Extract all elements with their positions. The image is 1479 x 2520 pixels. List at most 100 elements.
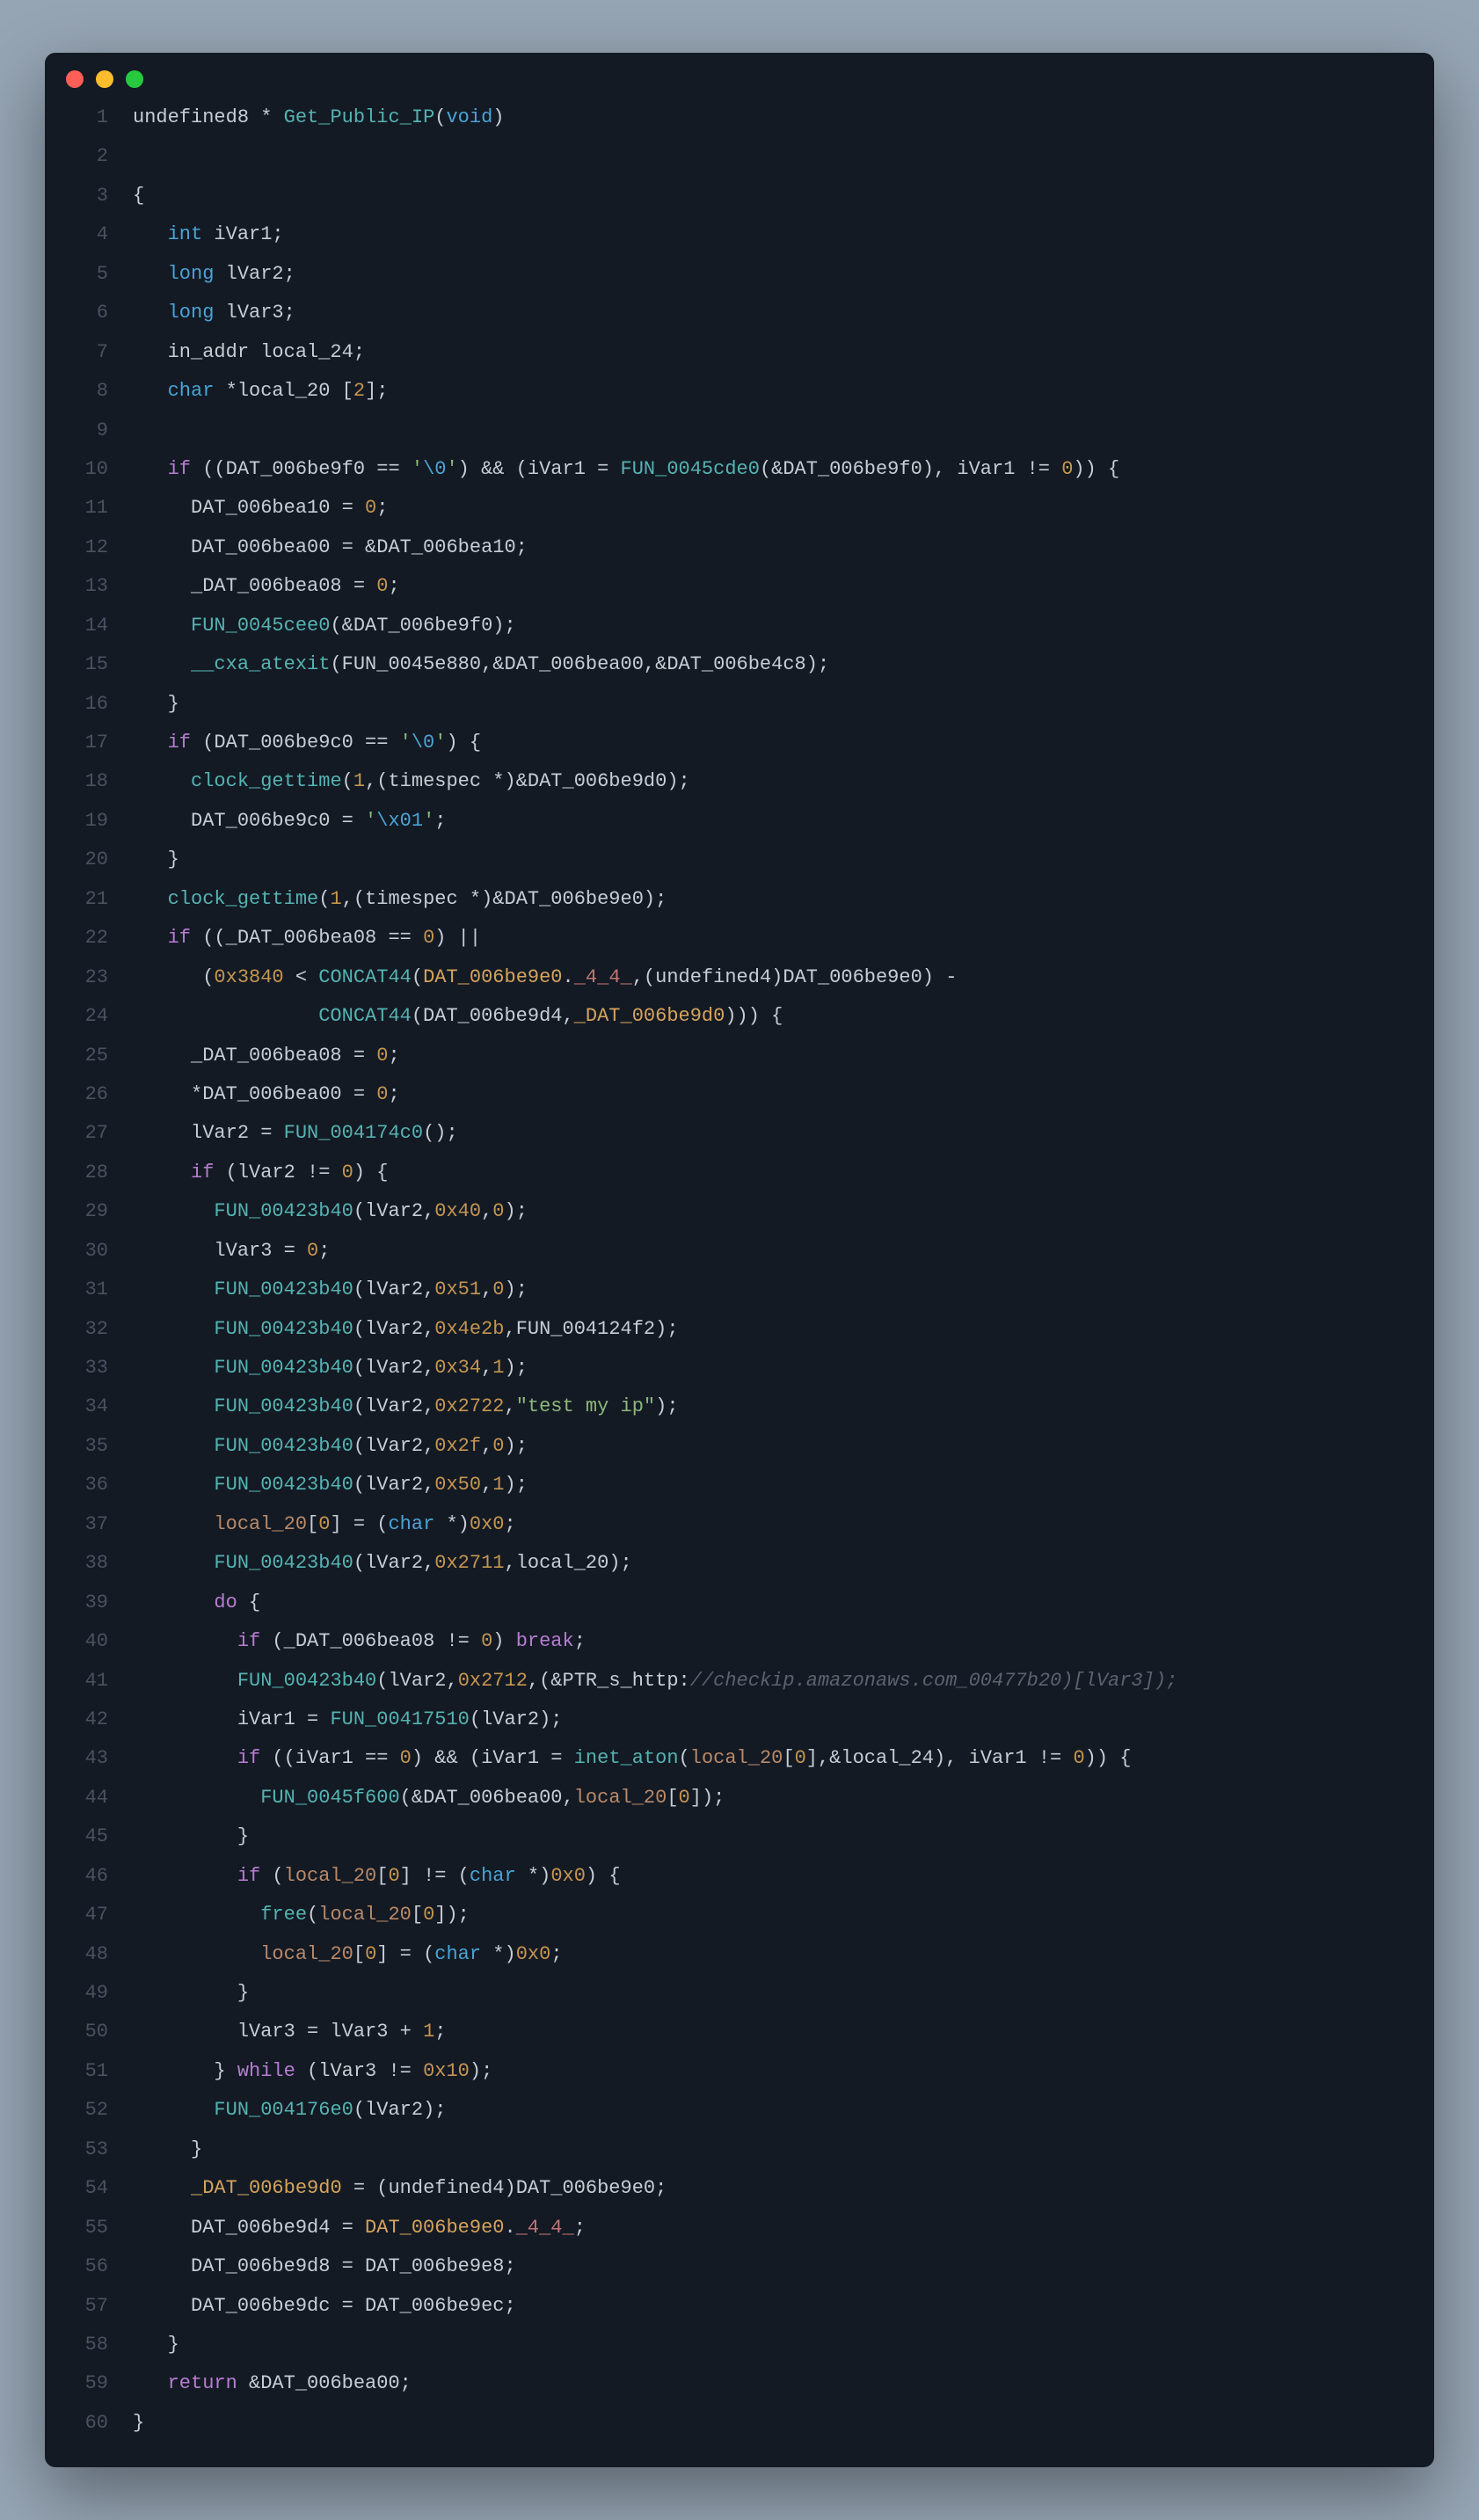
code-content[interactable]: DAT_006bea10 = 0; <box>133 489 1413 528</box>
code-content[interactable]: FUN_004176e0(lVar2); <box>133 2091 1413 2130</box>
code-line[interactable]: 9 <box>66 412 1413 450</box>
code-content[interactable]: *DAT_006bea00 = 0; <box>133 1075 1413 1114</box>
code-content[interactable] <box>133 412 1413 450</box>
code-line[interactable]: 24 CONCAT44(DAT_006be9d4,_DAT_006be9d0))… <box>66 997 1413 1036</box>
code-content[interactable]: long lVar3; <box>133 294 1413 332</box>
code-line[interactable]: 36 FUN_00423b40(lVar2,0x50,1); <box>66 1466 1413 1504</box>
code-line[interactable]: 35 FUN_00423b40(lVar2,0x2f,0); <box>66 1427 1413 1466</box>
code-content[interactable]: CONCAT44(DAT_006be9d4,_DAT_006be9d0))) { <box>133 997 1413 1036</box>
code-line[interactable]: 53 } <box>66 2130 1413 2169</box>
code-line[interactable]: 55 DAT_006be9d4 = DAT_006be9e0._4_4_; <box>66 2209 1413 2247</box>
code-line[interactable]: 1undefined8 * Get_Public_IP(void) <box>66 98 1413 137</box>
code-content[interactable]: if (local_20[0] != (char *)0x0) { <box>133 1857 1413 1896</box>
code-line[interactable]: 21 clock_gettime(1,(timespec *)&DAT_006b… <box>66 880 1413 919</box>
code-content[interactable]: local_20[0] = (char *)0x0; <box>133 1505 1413 1544</box>
code-line[interactable]: 49 } <box>66 1974 1413 2013</box>
code-line[interactable]: 3{ <box>66 177 1413 215</box>
code-content[interactable] <box>133 137 1413 176</box>
code-line[interactable]: 4 int iVar1; <box>66 215 1413 254</box>
code-content[interactable]: FUN_00423b40(lVar2,0x51,0); <box>133 1271 1413 1309</box>
code-line[interactable]: 11 DAT_006bea10 = 0; <box>66 489 1413 528</box>
code-content[interactable]: FUN_00423b40(lVar2,0x50,1); <box>133 1466 1413 1504</box>
code-line[interactable]: 26 *DAT_006bea00 = 0; <box>66 1075 1413 1114</box>
code-line[interactable]: 5 long lVar2; <box>66 255 1413 294</box>
code-line[interactable]: 52 FUN_004176e0(lVar2); <box>66 2091 1413 2130</box>
code-content[interactable]: long lVar2; <box>133 255 1413 294</box>
code-line[interactable]: 23 (0x3840 < CONCAT44(DAT_006be9e0._4_4_… <box>66 958 1413 997</box>
code-line[interactable]: 6 long lVar3; <box>66 294 1413 332</box>
code-line[interactable]: 15 __cxa_atexit(FUN_0045e880,&DAT_006bea… <box>66 645 1413 684</box>
code-content[interactable]: lVar2 = FUN_004174c0(); <box>133 1114 1413 1153</box>
code-content[interactable]: char *local_20 [2]; <box>133 372 1413 411</box>
code-content[interactable]: if (_DAT_006bea08 != 0) break; <box>133 1622 1413 1661</box>
code-content[interactable]: } <box>133 685 1413 724</box>
code-content[interactable]: lVar3 = lVar3 + 1; <box>133 2013 1413 2051</box>
code-line[interactable]: 37 local_20[0] = (char *)0x0; <box>66 1505 1413 1544</box>
code-line[interactable]: 29 FUN_00423b40(lVar2,0x40,0); <box>66 1192 1413 1231</box>
code-line[interactable]: 46 if (local_20[0] != (char *)0x0) { <box>66 1857 1413 1896</box>
code-content[interactable]: { <box>133 177 1413 215</box>
code-line[interactable]: 10 if ((DAT_006be9f0 == '\0') && (iVar1 … <box>66 450 1413 489</box>
code-line[interactable]: 43 if ((iVar1 == 0) && (iVar1 = inet_ato… <box>66 1739 1413 1778</box>
code-line[interactable]: 2 <box>66 137 1413 176</box>
code-content[interactable]: } <box>133 2326 1413 2364</box>
code-content[interactable]: } <box>133 1817 1413 1856</box>
code-content[interactable]: DAT_006bea00 = &DAT_006bea10; <box>133 528 1413 567</box>
code-content[interactable]: } while (lVar3 != 0x10); <box>133 2052 1413 2091</box>
code-line[interactable]: 50 lVar3 = lVar3 + 1; <box>66 2013 1413 2051</box>
code-line[interactable]: 19 DAT_006be9c0 = '\x01'; <box>66 802 1413 841</box>
code-line[interactable]: 13 _DAT_006bea08 = 0; <box>66 567 1413 606</box>
code-line[interactable]: 32 FUN_00423b40(lVar2,0x4e2b,FUN_004124f… <box>66 1310 1413 1349</box>
code-line[interactable]: 38 FUN_00423b40(lVar2,0x2711,local_20); <box>66 1544 1413 1583</box>
code-content[interactable]: local_20[0] = (char *)0x0; <box>133 1935 1413 1974</box>
code-line[interactable]: 40 if (_DAT_006bea08 != 0) break; <box>66 1622 1413 1661</box>
code-line[interactable]: 56 DAT_006be9d8 = DAT_006be9e8; <box>66 2247 1413 2286</box>
code-line[interactable]: 58 } <box>66 2326 1413 2364</box>
code-line[interactable]: 18 clock_gettime(1,(timespec *)&DAT_006b… <box>66 762 1413 801</box>
code-content[interactable]: } <box>133 2130 1413 2169</box>
code-line[interactable]: 39 do { <box>66 1584 1413 1622</box>
code-editor[interactable]: 1undefined8 * Get_Public_IP(void)2 3{4 i… <box>45 98 1434 2467</box>
code-content[interactable]: return &DAT_006bea00; <box>133 2364 1413 2403</box>
code-content[interactable]: } <box>133 1974 1413 2013</box>
code-content[interactable]: } <box>133 2404 1413 2443</box>
code-line[interactable]: 59 return &DAT_006bea00; <box>66 2364 1413 2403</box>
code-line[interactable]: 34 FUN_00423b40(lVar2,0x2722,"test my ip… <box>66 1387 1413 1426</box>
code-content[interactable]: iVar1 = FUN_00417510(lVar2); <box>133 1701 1413 1739</box>
close-icon[interactable] <box>66 70 84 88</box>
code-line[interactable]: 45 } <box>66 1817 1413 1856</box>
code-content[interactable]: lVar3 = 0; <box>133 1232 1413 1271</box>
code-content[interactable]: _DAT_006be9d0 = (undefined4)DAT_006be9e0… <box>133 2169 1413 2208</box>
code-line[interactable]: 48 local_20[0] = (char *)0x0; <box>66 1935 1413 1974</box>
code-line[interactable]: 54 _DAT_006be9d0 = (undefined4)DAT_006be… <box>66 2169 1413 2208</box>
code-content[interactable]: FUN_0045f600(&DAT_006bea00,local_20[0]); <box>133 1779 1413 1817</box>
code-line[interactable]: 16 } <box>66 685 1413 724</box>
code-line[interactable]: 28 if (lVar2 != 0) { <box>66 1154 1413 1192</box>
code-content[interactable]: FUN_00423b40(lVar2,0x2f,0); <box>133 1427 1413 1466</box>
code-content[interactable]: do { <box>133 1584 1413 1622</box>
code-line[interactable]: 8 char *local_20 [2]; <box>66 372 1413 411</box>
code-line[interactable]: 33 FUN_00423b40(lVar2,0x34,1); <box>66 1349 1413 1387</box>
code-line[interactable]: 14 FUN_0045cee0(&DAT_006be9f0); <box>66 607 1413 645</box>
code-line[interactable]: 12 DAT_006bea00 = &DAT_006bea10; <box>66 528 1413 567</box>
code-content[interactable]: DAT_006be9c0 = '\x01'; <box>133 802 1413 841</box>
code-content[interactable]: FUN_00423b40(lVar2,0x2722,"test my ip"); <box>133 1387 1413 1426</box>
code-line[interactable]: 30 lVar3 = 0; <box>66 1232 1413 1271</box>
code-content[interactable]: free(local_20[0]); <box>133 1896 1413 1934</box>
code-content[interactable]: if (lVar2 != 0) { <box>133 1154 1413 1192</box>
code-content[interactable]: if ((DAT_006be9f0 == '\0') && (iVar1 = F… <box>133 450 1413 489</box>
code-content[interactable]: in_addr local_24; <box>133 333 1413 372</box>
code-content[interactable]: FUN_00423b40(lVar2,0x34,1); <box>133 1349 1413 1387</box>
code-line[interactable]: 41 FUN_00423b40(lVar2,0x2712,(&PTR_s_htt… <box>66 1662 1413 1701</box>
code-content[interactable]: if ((iVar1 == 0) && (iVar1 = inet_aton(l… <box>133 1739 1413 1778</box>
code-line[interactable]: 44 FUN_0045f600(&DAT_006bea00,local_20[0… <box>66 1779 1413 1817</box>
code-line[interactable]: 17 if (DAT_006be9c0 == '\0') { <box>66 724 1413 762</box>
code-line[interactable]: 25 _DAT_006bea08 = 0; <box>66 1037 1413 1075</box>
code-content[interactable]: (0x3840 < CONCAT44(DAT_006be9e0._4_4_,(u… <box>133 958 1413 997</box>
code-line[interactable]: 51 } while (lVar3 != 0x10); <box>66 2052 1413 2091</box>
code-content[interactable]: if ((_DAT_006bea08 == 0) || <box>133 919 1413 958</box>
code-content[interactable]: DAT_006be9d4 = DAT_006be9e0._4_4_; <box>133 2209 1413 2247</box>
code-content[interactable]: FUN_00423b40(lVar2,0x2711,local_20); <box>133 1544 1413 1583</box>
code-content[interactable]: FUN_00423b40(lVar2,0x40,0); <box>133 1192 1413 1231</box>
code-content[interactable]: DAT_006be9d8 = DAT_006be9e8; <box>133 2247 1413 2286</box>
